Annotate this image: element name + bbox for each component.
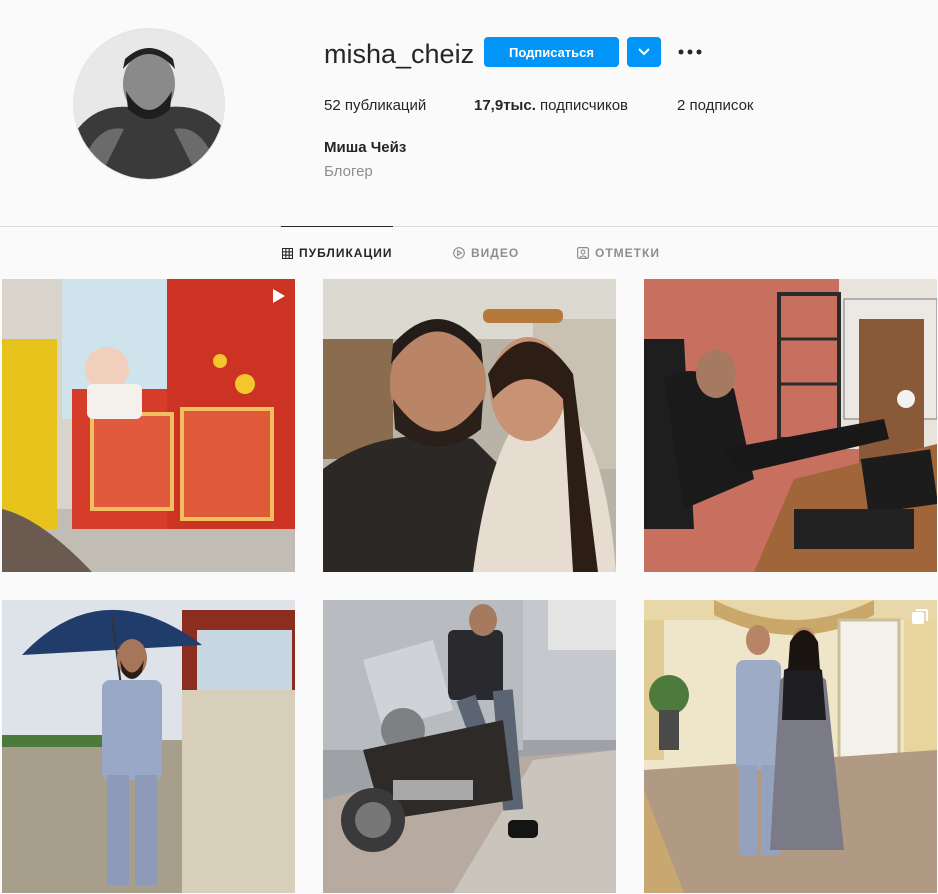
tab-tagged-label: ОТМЕТКИ (595, 246, 660, 260)
follow-button[interactable]: Подписаться (484, 37, 619, 67)
followers-stat[interactable]: 17,9тыс. подписчиков (474, 96, 628, 116)
followers-label: подписчиков (540, 97, 629, 114)
tab-video[interactable]: ВИДЕО (453, 242, 519, 264)
following-count: 2 (677, 97, 686, 114)
post-thumbnail-5[interactable] (323, 600, 616, 893)
posts-count: 52 (324, 97, 341, 114)
posts-count-stat: 52 публикаций (324, 96, 426, 116)
following-label: подписок (689, 97, 754, 114)
tab-tagged[interactable]: ОТМЕТКИ (577, 242, 660, 264)
full-name: Миша Чейз (324, 139, 407, 156)
post-thumbnail-3[interactable] (644, 279, 937, 572)
post-image (2, 279, 295, 572)
avatar-image (74, 29, 224, 179)
post-image (644, 279, 937, 572)
post-image (323, 279, 616, 572)
active-tab-indicator (281, 226, 393, 227)
profile-avatar[interactable] (73, 28, 225, 180)
video-badge-icon (273, 289, 285, 303)
suggestions-dropdown-button[interactable] (627, 37, 661, 67)
posts-label: публикаций (344, 97, 427, 114)
post-image (2, 600, 295, 893)
more-options-button[interactable] (672, 37, 708, 67)
carousel-badge-icon (912, 609, 928, 624)
followers-count: 17,9тыс. (474, 97, 536, 114)
tab-posts[interactable]: ПУБЛИКАЦИИ (282, 242, 392, 264)
tag-icon (577, 247, 589, 259)
chevron-down-icon (638, 48, 650, 56)
grid-icon (282, 247, 293, 259)
post-thumbnail-1[interactable] (2, 279, 295, 572)
post-thumbnail-4[interactable] (2, 600, 295, 893)
profile-category: Блогер (324, 163, 373, 180)
tabs-divider (0, 226, 938, 227)
more-options-icon (678, 49, 702, 55)
post-thumbnail-2[interactable] (323, 279, 616, 572)
tab-posts-label: ПУБЛИКАЦИИ (299, 246, 393, 260)
tab-video-label: ВИДЕО (471, 246, 520, 260)
following-stat[interactable]: 2 подписок (677, 96, 753, 116)
post-thumbnail-6[interactable] (644, 600, 937, 893)
post-image (644, 600, 937, 893)
play-icon (453, 247, 465, 259)
post-image (323, 600, 616, 893)
username: misha_cheiz (324, 39, 475, 69)
